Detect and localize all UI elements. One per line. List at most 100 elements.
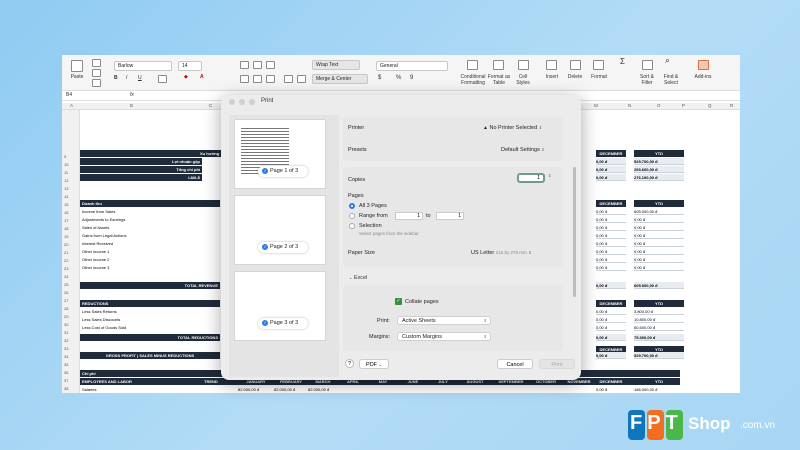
sort-filter-icon[interactable] [642,60,653,70]
format-as-table-icon[interactable] [493,60,504,70]
row-header[interactable]: 10 [64,162,68,167]
row-header[interactable]: 26 [64,290,68,295]
copies-stepper[interactable]: ⇕ [548,173,554,183]
align-middle-icon[interactable] [253,61,262,69]
row-header[interactable]: 21 [64,250,68,255]
borders-icon[interactable] [158,75,167,83]
minimize-window-button[interactable] [239,99,245,105]
row-header[interactable]: 28 [64,306,68,311]
cancel-button[interactable]: Cancel [497,359,533,369]
row-header[interactable]: 31 [64,330,68,335]
help-button[interactable]: ? [345,359,354,368]
paste-button[interactable]: Paste [66,74,88,81]
collate-checkbox[interactable]: ✓ [395,298,402,305]
page-label[interactable]: ✓ Page 1 of 3 [258,166,308,177]
column-header[interactable]: P [682,103,685,108]
page-thumbnail-3[interactable] [234,271,326,341]
column-header[interactable]: R [730,103,733,108]
addins-button[interactable]: Add-ins [690,74,716,81]
bold-button[interactable]: B [114,75,118,82]
row-header[interactable]: 35 [64,362,68,367]
column-header[interactable]: A [70,103,73,108]
row-header[interactable]: 13 [64,186,68,191]
page-thumbnail-1[interactable] [234,119,326,189]
cell-styles-icon[interactable] [518,60,529,70]
align-left-icon[interactable] [240,75,249,83]
row-header[interactable]: 16 [64,210,68,215]
row-header[interactable]: 33 [64,346,68,351]
row-header[interactable]: 14 [64,194,68,199]
column-header[interactable]: B [130,103,133,108]
align-bottom-icon[interactable] [266,61,275,69]
row-header[interactable]: 38 [64,386,68,391]
copies-input[interactable]: 1 [517,173,545,183]
row-header[interactable]: 18 [64,226,68,231]
column-header[interactable]: N [628,103,631,108]
paste-icon[interactable] [71,60,83,72]
column-header[interactable]: C [209,103,212,108]
row-header[interactable]: 9 [64,154,66,159]
range-start-input[interactable]: 1 [395,212,423,220]
row-header[interactable]: 29 [64,314,68,319]
presets-select[interactable]: Default Settings ⇕ [501,147,545,153]
font-color-icon[interactable]: A [200,74,204,81]
delete-cells-icon[interactable] [570,60,581,70]
indent-icon[interactable] [284,75,293,83]
find-select-button[interactable]: Find & Select [660,74,682,86]
outdent-icon[interactable] [297,75,306,83]
row-header[interactable]: 20 [64,242,68,247]
row-header[interactable]: 37 [64,378,68,383]
radio-range[interactable] [349,213,355,219]
range-end-input[interactable]: 1 [436,212,464,220]
addins-icon[interactable] [698,60,709,70]
copy-icon[interactable] [92,69,101,77]
align-center-icon[interactable] [253,75,262,83]
underline-button[interactable]: U [138,75,142,82]
italic-button[interactable]: I [126,75,127,82]
format-cells-icon[interactable] [593,60,604,70]
print-what-select[interactable]: Active Sheets ⇕ [397,316,491,325]
format-as-table-button[interactable]: Format as Table [486,74,512,86]
wrap-text-button[interactable]: Wrap Text [312,60,360,70]
radio-selection[interactable] [349,223,355,229]
excel-section-toggle[interactable]: ⌄ Excel [349,275,367,281]
margins-select[interactable]: Custom Margins ⇕ [397,332,491,341]
comma-icon[interactable]: 9 [410,75,413,82]
number-format-select[interactable]: General [376,61,448,71]
row-header[interactable]: 11 [64,170,68,175]
format-painter-icon[interactable] [92,79,101,87]
row-header[interactable]: 19 [64,234,68,239]
row-header[interactable]: 34 [64,354,68,359]
column-header[interactable]: Q [708,103,712,108]
cell-styles-button[interactable]: Cell Styles [513,74,533,86]
radio-all-pages[interactable] [349,203,355,209]
pdf-menu-button[interactable]: PDF ⌄ [359,359,389,369]
page-label[interactable]: ✓ Page 2 of 3 [258,242,308,253]
printer-select[interactable]: ▲ No Printer Selected ⇕ [483,125,542,131]
page-thumbnail-2[interactable] [234,195,326,265]
conditional-formatting-icon[interactable] [467,60,478,70]
page-label[interactable]: ✓ Page 3 of 3 [258,318,308,329]
row-header[interactable]: 24 [64,274,68,279]
row-header[interactable]: 23 [64,266,68,271]
insert-button[interactable]: Insert [542,74,562,81]
sort-filter-button[interactable]: Sort & Filter [636,74,658,86]
row-header[interactable]: 27 [64,298,68,303]
align-top-icon[interactable] [240,61,249,69]
align-right-icon[interactable] [266,75,275,83]
row-header[interactable]: 30 [64,322,68,327]
row-header[interactable]: 22 [64,258,68,263]
row-header[interactable]: 12 [64,178,68,183]
currency-icon[interactable]: $ [378,75,381,82]
font-size-select[interactable]: 14 [178,61,202,71]
autosum-icon[interactable]: Σ [620,58,625,65]
row-header[interactable]: 25 [64,282,68,287]
font-name-select[interactable]: Barlow [114,61,172,71]
column-header[interactable]: M [594,103,598,108]
cut-icon[interactable] [92,59,101,67]
row-header[interactable]: 15 [64,202,68,207]
print-button[interactable]: Print [539,359,575,369]
merge-center-button[interactable]: Merge & Center [312,74,368,84]
row-header[interactable]: 17 [64,218,68,223]
row-header[interactable]: 36 [64,370,68,375]
